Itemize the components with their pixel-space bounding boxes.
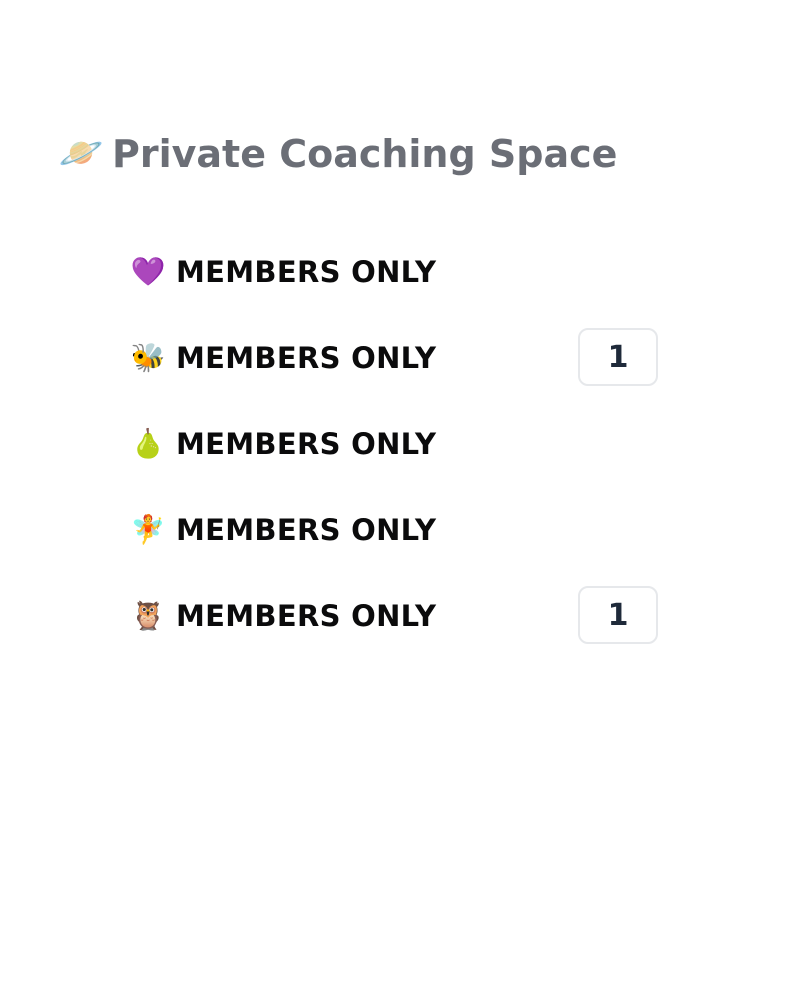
section-header[interactable]: 🪐 Private Coaching Space: [58, 128, 618, 180]
purple-heart-icon: 💜: [130, 255, 166, 288]
channel-label: MEMBERS ONLY: [176, 599, 437, 633]
channel-item-members-only-heart[interactable]: 💜 MEMBERS ONLY: [130, 252, 436, 292]
unread-count-badge[interactable]: 1: [578, 586, 658, 644]
channel-item-members-only-fairy[interactable]: 🧚 MEMBERS ONLY: [130, 510, 436, 550]
pear-icon: 🍐: [130, 427, 166, 460]
channel-row: 🧚 MEMBERS ONLY: [130, 500, 670, 586]
channel-label: MEMBERS ONLY: [176, 427, 437, 461]
channel-row: 💜 MEMBERS ONLY: [130, 242, 670, 328]
unread-count-badge[interactable]: 1: [578, 328, 658, 386]
section-title: Private Coaching Space: [112, 132, 618, 176]
channel-label: MEMBERS ONLY: [176, 341, 437, 375]
channel-label: MEMBERS ONLY: [176, 513, 437, 547]
channel-item-members-only-owl[interactable]: 🦉 MEMBERS ONLY: [130, 596, 436, 636]
channel-row: 🐝 MEMBERS ONLY 1: [130, 328, 670, 414]
channel-list: 💜 MEMBERS ONLY 🐝 MEMBERS ONLY 1 🍐 MEMBER…: [130, 242, 670, 672]
owl-icon: 🦉: [130, 599, 166, 632]
fairy-icon: 🧚: [130, 513, 166, 546]
bee-icon: 🐝: [130, 341, 166, 374]
channel-row: 🦉 MEMBERS ONLY 1: [130, 586, 670, 672]
channel-item-members-only-pear[interactable]: 🍐 MEMBERS ONLY: [130, 424, 436, 464]
channel-label: MEMBERS ONLY: [176, 255, 437, 289]
channel-row: 🍐 MEMBERS ONLY: [130, 414, 670, 500]
channel-item-members-only-bee[interactable]: 🐝 MEMBERS ONLY: [130, 338, 436, 378]
ringed-planet-icon: 🪐: [58, 133, 104, 174]
